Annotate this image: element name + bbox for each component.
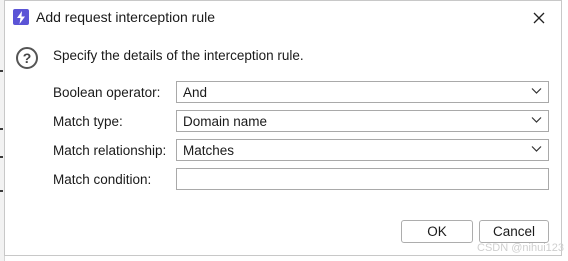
ok-button[interactable]: OK: [401, 220, 473, 243]
close-button[interactable]: [529, 8, 549, 28]
match-relationship-select[interactable]: Matches: [176, 139, 549, 161]
add-interception-rule-dialog: Add request interception rule ? Specify …: [4, 0, 562, 256]
chevron-down-icon: [531, 88, 542, 94]
match-condition-input[interactable]: [176, 168, 549, 190]
background-text-fragment: [0, 156, 3, 158]
match-relationship-label: Match relationship:: [53, 143, 167, 158]
match-type-label: Match type:: [53, 114, 123, 129]
title-bar: Add request interception rule: [5, 1, 561, 35]
cancel-button[interactable]: Cancel: [479, 220, 549, 243]
chevron-down-icon: [531, 146, 542, 152]
match-type-value: Domain name: [183, 114, 268, 129]
question-circle-icon: ?: [16, 47, 38, 69]
watermark: CSDN @nihui123: [477, 242, 564, 254]
boolean-operator-value: And: [183, 85, 208, 100]
dialog-title: Add request interception rule: [36, 9, 215, 25]
chevron-down-icon: [531, 117, 542, 123]
background-text-fragment: [0, 70, 3, 72]
match-relationship-value: Matches: [183, 143, 235, 158]
background-text-fragment: [0, 190, 3, 192]
match-type-select[interactable]: Domain name: [176, 110, 549, 132]
close-icon: [533, 12, 545, 24]
boolean-operator-select[interactable]: And: [176, 81, 549, 103]
lightning-icon: [13, 9, 29, 25]
boolean-operator-label: Boolean operator:: [53, 85, 161, 100]
instruction-text: Specify the details of the interception …: [53, 48, 304, 63]
background-text-fragment: [0, 128, 3, 130]
match-condition-label: Match condition:: [53, 172, 152, 187]
